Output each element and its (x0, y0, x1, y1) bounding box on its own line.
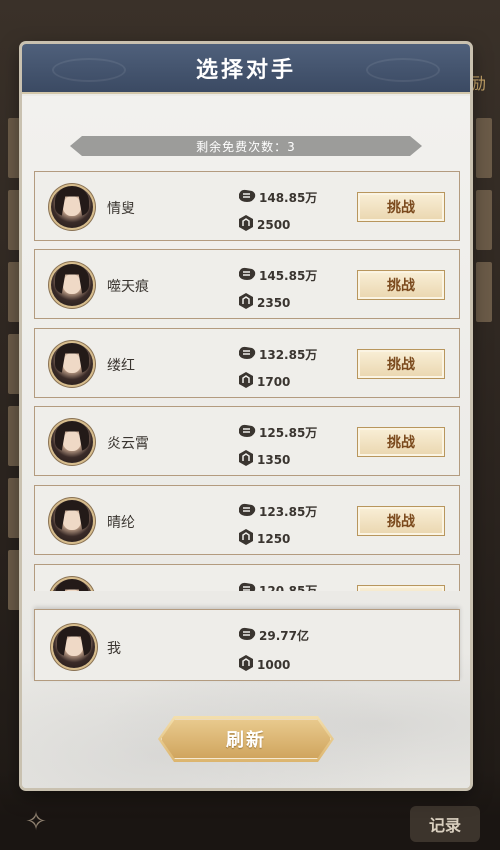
challenge-button[interactable]: 挑战 (357, 192, 445, 222)
score-value: 2500 (257, 217, 291, 232)
opponent-list[interactable]: 情叟 148.85万 2500 挑战 噬天痕 145.85万 2350 挑战 缕… (34, 171, 460, 591)
score-value: 1000 (257, 657, 291, 672)
score-value: 1250 (257, 531, 291, 546)
background-panel (476, 262, 492, 322)
fist-icon (237, 581, 259, 591)
rank-badge-icon (237, 449, 257, 470)
rank-badge-icon (237, 214, 257, 235)
avatar (51, 500, 93, 542)
challenge-button[interactable]: 挑战 (357, 349, 445, 379)
score-stat: 1700 (237, 371, 290, 392)
opponent-row: 缕红 132.85万 1700 挑战 (34, 328, 460, 398)
avatar (51, 421, 93, 463)
my-name: 我 (107, 641, 121, 657)
power-value: 125.85万 (259, 426, 318, 440)
power-value: 120.85万 (259, 584, 318, 591)
fist-icon (237, 345, 259, 364)
opponent-name: 噬天痕 (107, 279, 149, 295)
challenge-button[interactable]: 挑战 (357, 270, 445, 300)
opponent-row: 120.85万 (34, 564, 460, 591)
opponent-row: 晴纶 123.85万 1250 挑战 (34, 485, 460, 555)
rank-badge-icon (237, 292, 257, 313)
score-value: 1700 (257, 374, 291, 389)
opponent-row: 噬天痕 145.85万 2350 挑战 (34, 249, 460, 319)
challenge-button[interactable] (357, 585, 445, 591)
power-stat: 132.85万 (237, 345, 317, 364)
dialog-header: 选择对手 (22, 44, 470, 94)
background-panel (476, 190, 492, 250)
my-rank-row: 我 29.77亿 1000 (34, 609, 460, 681)
refresh-button[interactable]: 刷新 (158, 716, 334, 762)
opponent-row: 情叟 148.85万 2500 挑战 (34, 171, 460, 241)
select-opponent-dialog: 选择对手 剩余免费次数：3 情叟 148.85万 2500 挑战 噬天痕 145… (22, 44, 470, 788)
power-stat: 120.85万 (237, 581, 317, 591)
fist-icon (237, 423, 259, 442)
opponent-name: 炎云霄 (107, 436, 149, 452)
compass-icon[interactable]: ✧ (6, 802, 66, 842)
score-stat: 1000 (237, 654, 290, 675)
score-value: 2350 (257, 295, 291, 310)
opponent-name: 缕红 (107, 358, 135, 374)
score-stat: 1350 (237, 449, 290, 470)
opponent-row: 炎云霄 125.85万 1350 挑战 (34, 406, 460, 476)
rank-badge-icon (237, 371, 257, 392)
rank-badge-icon (237, 528, 257, 549)
avatar (51, 579, 93, 591)
power-value: 132.85万 (259, 348, 318, 362)
avatar (51, 186, 93, 228)
background-panel (476, 118, 492, 178)
score-value: 1350 (257, 452, 291, 467)
refresh-label: 刷新 (226, 730, 266, 751)
avatar (51, 264, 93, 306)
power-value: 148.85万 (259, 191, 318, 205)
fist-icon (237, 626, 259, 645)
record-button[interactable]: 记录 (410, 806, 480, 842)
score-stat: 2350 (237, 292, 290, 313)
power-value: 145.85万 (259, 269, 318, 283)
power-value: 123.85万 (259, 505, 318, 519)
power-stat: 145.85万 (237, 266, 317, 285)
power-stat: 123.85万 (237, 502, 317, 521)
power-stat: 125.85万 (237, 423, 317, 442)
score-stat: 1250 (237, 528, 290, 549)
dialog-title: 选择对手 (195, 58, 296, 83)
avatar (51, 343, 93, 385)
avatar (53, 626, 95, 668)
rank-badge-icon (237, 654, 257, 675)
power-stat: 148.85万 (237, 188, 317, 207)
background-label: 励 (470, 74, 487, 93)
score-stat: 2500 (237, 214, 290, 235)
challenge-button[interactable]: 挑战 (357, 506, 445, 536)
challenge-button[interactable]: 挑战 (357, 427, 445, 457)
fist-icon (237, 188, 259, 207)
opponent-name: 晴纶 (107, 515, 135, 531)
power-stat: 29.77亿 (237, 626, 309, 645)
free-attempts-banner: 剩余免费次数：3 (70, 136, 422, 156)
fist-icon (237, 266, 259, 285)
power-value: 29.77亿 (259, 629, 309, 643)
fist-icon (237, 502, 259, 521)
opponent-name: 情叟 (107, 201, 135, 217)
free-attempts-text: 剩余免费次数：3 (196, 139, 296, 154)
